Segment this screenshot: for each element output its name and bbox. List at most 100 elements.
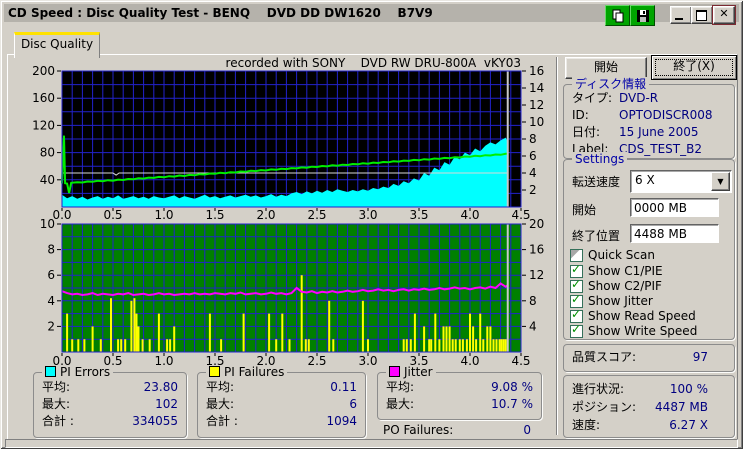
settings-group: Settings 転送速度 6 X ▼ 開始 終了位置 Quick Scan S… bbox=[563, 152, 735, 340]
stat-row: 最大: 102 bbox=[42, 396, 178, 412]
svg-text:16: 16 bbox=[529, 243, 544, 257]
id-label: ID: bbox=[572, 108, 589, 122]
pi-errors-swatch bbox=[45, 366, 56, 377]
vertical-separator bbox=[556, 57, 558, 435]
avg-label: 平均: bbox=[42, 380, 71, 394]
max-value: 6 bbox=[349, 397, 357, 411]
checkbox-label: Show Jitter bbox=[588, 294, 653, 308]
app-window: CD Speed : Disc Quality Test - BENQ DVD … bbox=[0, 0, 743, 449]
max-label: 最大: bbox=[42, 397, 71, 411]
stat-row: 最大: 6 bbox=[206, 396, 357, 412]
title-bar[interactable]: CD Speed : Disc Quality Test - BENQ DVD … bbox=[4, 4, 739, 26]
start-position-input[interactable] bbox=[630, 198, 719, 217]
avg-value: 0.11 bbox=[330, 380, 357, 394]
checkbox-icon[interactable] bbox=[570, 322, 583, 338]
copy-icon bbox=[612, 9, 623, 22]
checkbox-show-c2-pif[interactable]: Show C2/PIF bbox=[570, 277, 662, 293]
speed-value: 6.27 X bbox=[669, 418, 708, 432]
disc-info-row: ID: OPTODISCR008 bbox=[572, 107, 726, 123]
avg-value: 23.80 bbox=[143, 380, 178, 394]
progress-row: 進行状況: 100 % bbox=[572, 381, 726, 397]
checkbox-show-c1-pie[interactable]: Show C1/PIE bbox=[570, 262, 663, 278]
svg-text:4: 4 bbox=[529, 319, 537, 333]
svg-text:16: 16 bbox=[529, 64, 544, 78]
checkbox-quick-scan[interactable]: Quick Scan bbox=[570, 248, 655, 262]
max-value: 10.7 % bbox=[491, 397, 533, 411]
checkbox-show-jitter[interactable]: Show Jitter bbox=[570, 292, 653, 308]
avg-label: 平均: bbox=[386, 380, 415, 394]
speed-label: 転送速度 bbox=[572, 175, 621, 189]
quality-score-label: 品質スコア: bbox=[572, 350, 637, 364]
svg-text:4: 4 bbox=[47, 294, 55, 308]
svg-text:6: 6 bbox=[47, 268, 55, 282]
minimize-button[interactable] bbox=[670, 6, 692, 24]
chevron-down-icon: ▼ bbox=[717, 177, 724, 186]
avg-value: 9.08 % bbox=[491, 380, 533, 394]
svg-text:10: 10 bbox=[529, 115, 544, 129]
checkbox-label: Show Write Speed bbox=[588, 324, 698, 338]
jitter-group: Jitter 平均: 9.08 % 最大: 10.7 % bbox=[377, 365, 542, 420]
svg-text:160: 160 bbox=[32, 91, 55, 105]
svg-text:10: 10 bbox=[40, 217, 55, 231]
stat-row: 平均: 0.11 bbox=[206, 379, 357, 395]
speed-label-2: 速度: bbox=[572, 418, 601, 432]
svg-text:3.0: 3.0 bbox=[358, 354, 377, 368]
checkbox-label: Show C2/PIF bbox=[588, 279, 662, 293]
svg-text:80: 80 bbox=[40, 146, 55, 160]
close-button[interactable]: ✕ bbox=[713, 6, 735, 24]
pi-errors-group: PI Errors 平均: 23.80 最大: 102 合計 : 334055 bbox=[33, 365, 187, 438]
checkbox-show-read-speed[interactable]: Show Read Speed bbox=[570, 307, 696, 323]
svg-text:2.5: 2.5 bbox=[307, 354, 326, 368]
stat-row: 合計 : 334055 bbox=[42, 413, 178, 429]
end-position-input[interactable] bbox=[630, 224, 719, 243]
max-label: 最大: bbox=[206, 397, 235, 411]
close-icon: ✕ bbox=[719, 7, 729, 20]
speed-select[interactable]: 6 X ▼ bbox=[630, 170, 732, 193]
total-value: 334055 bbox=[132, 414, 178, 428]
po-failures-row: PO Failures: 0 bbox=[383, 423, 531, 438]
progress-label: 進行状況: bbox=[572, 382, 625, 396]
svg-text:14: 14 bbox=[529, 81, 544, 95]
settings-title: Settings bbox=[572, 152, 628, 166]
start-pos-label: 開始 bbox=[572, 203, 597, 217]
svg-text:2: 2 bbox=[529, 183, 537, 197]
max-value: 102 bbox=[155, 397, 178, 411]
window-title: CD Speed : Disc Quality Test - BENQ DVD … bbox=[8, 6, 433, 20]
max-label: 最大: bbox=[386, 397, 415, 411]
stat-row: 合計 : 1094 bbox=[206, 413, 357, 429]
quality-score-group: 品質スコア: 97 bbox=[563, 344, 735, 372]
label-value: CDS_TEST_B2 bbox=[619, 142, 702, 156]
avg-label: 平均: bbox=[206, 380, 235, 394]
svg-text:120: 120 bbox=[32, 118, 55, 132]
checkbox-show-write-speed[interactable]: Show Write Speed bbox=[570, 322, 698, 338]
start-button[interactable]: 開始 bbox=[565, 57, 647, 79]
po-failures-label: PO Failures: bbox=[383, 423, 454, 437]
svg-text:4.5: 4.5 bbox=[511, 354, 530, 368]
svg-text:2: 2 bbox=[47, 319, 55, 333]
stop-button[interactable]: 終了(X) bbox=[651, 55, 737, 80]
stat-row: 平均: 23.80 bbox=[42, 379, 178, 395]
speed-selected-value: 6 X bbox=[635, 173, 655, 187]
maximize-button[interactable] bbox=[691, 6, 713, 24]
save-button[interactable] bbox=[630, 5, 655, 26]
type-value: DVD-R bbox=[619, 91, 659, 105]
jitter-title: Jitter bbox=[386, 365, 436, 379]
po-failures-value: 0 bbox=[523, 423, 531, 437]
date-value: 15 June 2005 bbox=[619, 125, 699, 139]
checkbox-icon[interactable] bbox=[570, 248, 583, 262]
progress-value: 100 % bbox=[669, 382, 708, 396]
speed-dropdown-button[interactable]: ▼ bbox=[711, 172, 730, 191]
pi-errors-title: PI Errors bbox=[42, 365, 114, 379]
svg-text:4: 4 bbox=[529, 166, 537, 180]
id-value: OPTODISCR008 bbox=[619, 108, 713, 122]
end-pos-label: 終了位置 bbox=[572, 229, 621, 243]
svg-text:8: 8 bbox=[529, 132, 537, 146]
progress-group: 進行状況: 100 % ポジション: 4487 MB 速度: 6.27 X bbox=[563, 375, 735, 438]
quality-score-row: 品質スコア: 97 bbox=[572, 349, 726, 365]
focus-rect bbox=[655, 59, 733, 76]
pie-speed-chart: 0.0 0.5 1.0 1.5 2.0 2.5 3.0 3.5 4.0 4.54080120160… bbox=[32, 64, 544, 222]
checkbox-label: Show Read Speed bbox=[588, 309, 696, 323]
tab-disc-quality[interactable]: Disc Quality bbox=[14, 32, 100, 58]
status-bar bbox=[5, 439, 738, 448]
copy-button[interactable] bbox=[605, 5, 630, 26]
